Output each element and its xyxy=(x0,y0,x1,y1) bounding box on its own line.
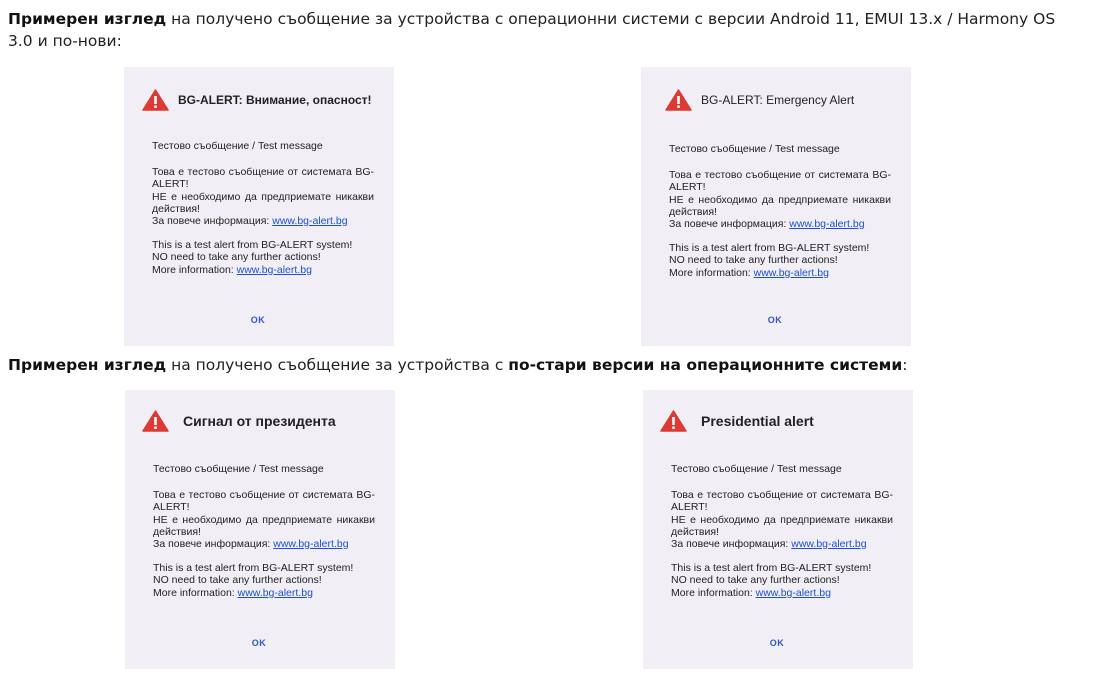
intro-old-end: : xyxy=(902,356,908,374)
alert-title: Presidential alert xyxy=(701,413,814,429)
alert-subject: Тестово съобщение / Test message xyxy=(152,140,323,152)
alert-link[interactable]: www.bg-alert.bg xyxy=(237,264,312,276)
alert-en-more-label: More information: xyxy=(153,586,238,599)
alert-subject: Тестово съобщение / Test message xyxy=(669,143,840,155)
alert-en-more-label: More information: xyxy=(152,263,237,276)
alert-title: BG-ALERT: Внимание, опасност! xyxy=(178,93,372,107)
alert-en-line1: This is a test alert from BG-ALERT syste… xyxy=(671,562,872,575)
intro-old-bold2: по-стари версии на операционните системи xyxy=(508,356,903,374)
alert-link[interactable]: www.bg-alert.bg xyxy=(791,538,866,550)
warning-triangle-icon xyxy=(665,89,692,111)
alert-bg-line2: НЕ е необходимо да предприемате никакви … xyxy=(669,193,891,218)
alert-bg-more: За повече информация: www.bg-alert.bg xyxy=(153,538,375,550)
alert-card-president-bg: Сигнал от президента Тестово съобщение /… xyxy=(125,390,395,669)
ok-button[interactable]: OK xyxy=(641,315,909,325)
alert-bg-more-label: За повече информация: xyxy=(669,218,790,231)
alert-link[interactable]: www.bg-alert.bg xyxy=(789,218,864,230)
alert-link[interactable]: www.bg-alert.bg xyxy=(756,587,831,599)
warning-triangle-icon xyxy=(142,410,169,432)
alert-en-more: More information: www.bg-alert.bg xyxy=(152,264,374,276)
alert-card-header: BG-ALERT: Emergency Alert xyxy=(665,89,854,111)
alert-bg-more-label: За повече информация: xyxy=(153,538,274,551)
alert-card-header: Сигнал от президента xyxy=(142,410,336,432)
alert-en-line2: NO need to take any further actions! xyxy=(669,254,838,267)
ok-button[interactable]: OK xyxy=(643,638,911,648)
ok-button[interactable]: OK xyxy=(124,315,392,325)
ok-button[interactable]: OK xyxy=(125,638,393,648)
alert-bg-more: За повече информация: www.bg-alert.bg xyxy=(669,218,891,230)
alert-bg-line1: Това е тестово съобщение от системата BG… xyxy=(153,489,375,514)
alert-en-line1: This is a test alert from BG-ALERT syste… xyxy=(152,239,353,252)
alert-en-line1: This is a test alert from BG-ALERT syste… xyxy=(153,562,354,575)
alert-en-line1: This is a test alert from BG-ALERT syste… xyxy=(669,242,870,255)
alert-title: BG-ALERT: Emergency Alert xyxy=(701,93,855,107)
alert-bg-more: За повече информация: www.bg-alert.bg xyxy=(671,538,893,550)
alert-bg-line1: Това е тестово съобщение от системата BG… xyxy=(152,166,374,191)
warning-triangle-icon xyxy=(660,410,687,432)
alert-en-line2: NO need to take any further actions! xyxy=(671,574,840,587)
alert-link[interactable]: www.bg-alert.bg xyxy=(273,538,348,550)
alert-card-bg-warning: BG-ALERT: Внимание, опасност! Тестово съ… xyxy=(124,67,394,346)
alert-bg-line2: НЕ е необходимо да предприемате никакви … xyxy=(671,513,893,538)
intro-new-os: Примерен изглед на получено съобщение за… xyxy=(8,8,1068,52)
alert-bg-more: За повече информация: www.bg-alert.bg xyxy=(152,215,374,227)
alert-en-more-label: More information: xyxy=(671,586,756,599)
alert-card-emergency: BG-ALERT: Emergency Alert Тестово съобще… xyxy=(641,67,911,346)
intro-new-text: на получено съобщение за устройства с оп… xyxy=(8,10,1056,50)
alert-subject: Тестово съобщение / Test message xyxy=(153,463,324,475)
alert-bg-line2: НЕ е необходимо да предприемате никакви … xyxy=(152,190,374,215)
alert-bg-more-label: За повече информация: xyxy=(152,215,273,228)
alert-en-line2: NO need to take any further actions! xyxy=(153,574,322,587)
alert-en-more-label: More information: xyxy=(669,266,754,279)
intro-old-text: на получено съобщение за устройства с xyxy=(166,356,509,374)
alert-title: Сигнал от президента xyxy=(183,413,336,429)
alert-bg-line1: Това е тестово съобщение от системата BG… xyxy=(671,489,893,514)
alert-card-header: BG-ALERT: Внимание, опасност! xyxy=(142,89,372,111)
alert-card-header: Presidential alert xyxy=(660,410,814,432)
intro-old-bold1: Примерен изглед xyxy=(8,356,167,374)
alert-message: Тестово съобщение / Test message Това е … xyxy=(152,140,374,276)
alert-en-line2: NO need to take any further actions! xyxy=(152,251,321,264)
alert-message: Тестово съобщение / Test message Това е … xyxy=(153,463,375,599)
warning-triangle-icon xyxy=(142,89,169,111)
alert-message: Тестово съобщение / Test message Това е … xyxy=(671,463,893,599)
alert-link[interactable]: www.bg-alert.bg xyxy=(238,587,313,599)
alert-en-more: More information: www.bg-alert.bg xyxy=(669,267,891,279)
intro-old-os: Примерен изглед на получено съобщение за… xyxy=(8,354,1068,376)
alert-bg-line1: Това е тестово съобщение от системата BG… xyxy=(669,169,891,194)
alert-message: Тестово съобщение / Test message Това е … xyxy=(669,143,891,279)
alert-subject: Тестово съобщение / Test message xyxy=(671,463,842,475)
alert-en-more: More information: www.bg-alert.bg xyxy=(153,587,375,599)
alert-en-more: More information: www.bg-alert.bg xyxy=(671,587,893,599)
intro-new-bold: Примерен изглед xyxy=(8,10,167,28)
alert-card-presidential: Presidential alert Тестово съобщение / T… xyxy=(643,390,913,669)
alert-link[interactable]: www.bg-alert.bg xyxy=(272,215,347,227)
alert-link[interactable]: www.bg-alert.bg xyxy=(754,267,829,279)
alert-bg-more-label: За повече информация: xyxy=(671,538,792,551)
alert-bg-line2: НЕ е необходимо да предприемате никакви … xyxy=(153,513,375,538)
